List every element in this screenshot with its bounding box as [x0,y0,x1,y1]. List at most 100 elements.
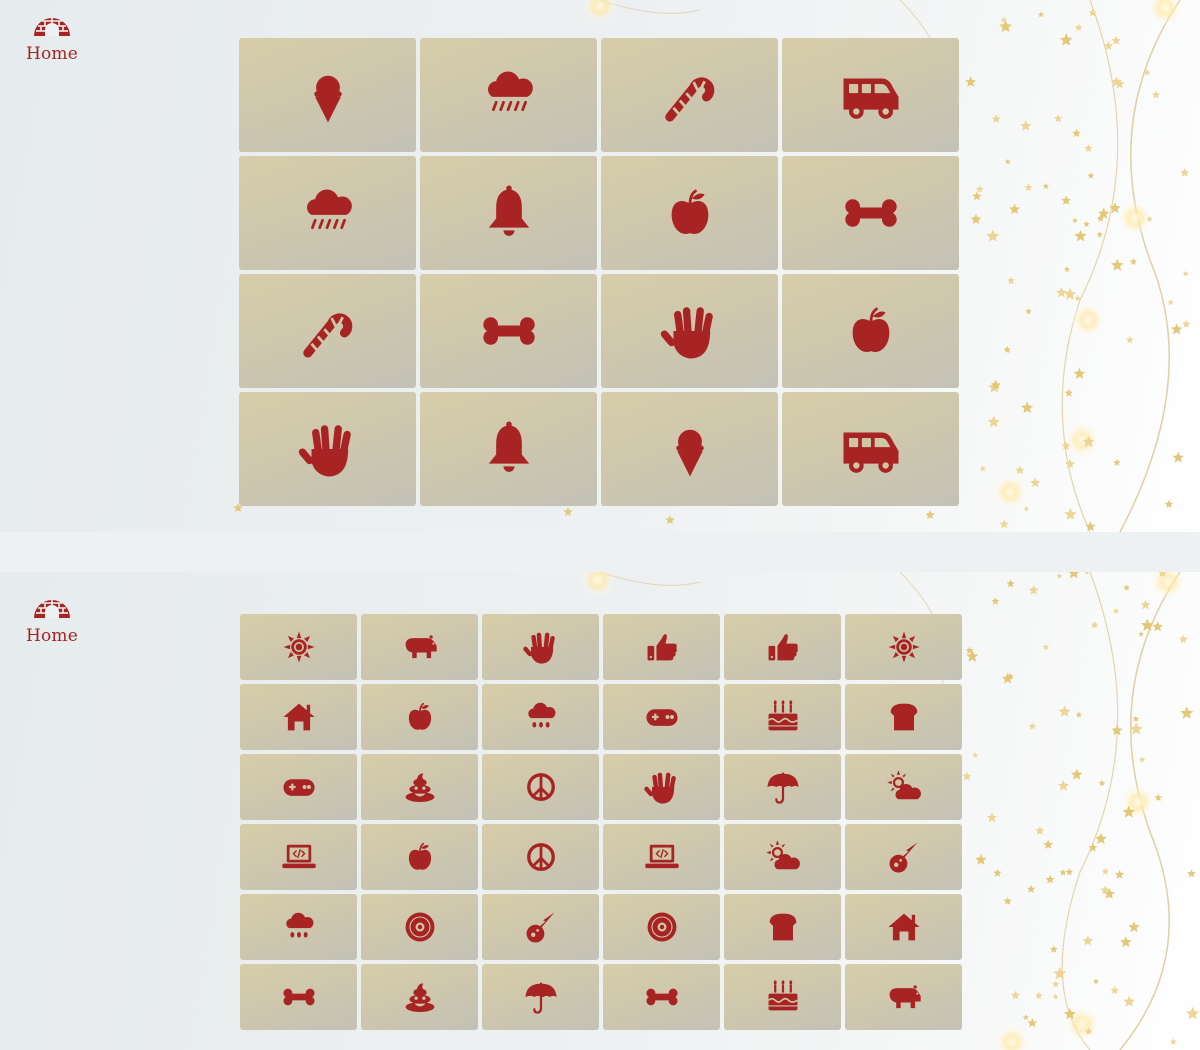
game-card[interactable] [724,684,841,750]
game-card[interactable] [724,894,841,960]
van-icon [843,78,898,119]
game-card[interactable] [603,614,720,680]
game-card[interactable] [239,392,416,506]
game-card[interactable] [240,824,357,890]
game-card[interactable] [845,894,962,960]
bone-icon [844,199,897,227]
game-card[interactable] [603,894,720,960]
game-card[interactable] [240,684,357,750]
game-card[interactable] [782,274,959,388]
bread-icon [769,913,796,941]
game-card[interactable] [482,964,599,1030]
bread-icon [890,703,917,731]
gamepad-icon [645,709,678,726]
hippo-icon [889,985,921,1009]
game-card[interactable] [603,684,720,750]
apple-icon [408,702,431,730]
hippo-icon [405,635,437,659]
game-card[interactable] [782,38,959,152]
laptop-code-icon [281,844,316,869]
game-card[interactable] [239,274,416,388]
birthday-cake-icon [767,700,798,731]
game-card[interactable] [603,964,720,1030]
hand-spock-icon [660,307,713,359]
game-card[interactable] [482,894,599,960]
gamepad-icon [282,779,315,796]
game-card[interactable] [240,894,357,960]
game-card[interactable] [845,824,962,890]
game-card[interactable] [420,392,597,506]
game-screen-1: Home [0,0,1200,532]
game-card[interactable] [601,274,778,388]
bell-icon [488,185,529,236]
home-label: Home [25,626,79,646]
thumbs-up-icon [647,634,677,661]
game-card[interactable] [361,824,478,890]
game-card[interactable] [361,684,478,750]
house-icon [282,703,315,731]
laptop-code-icon [644,844,679,869]
game-card[interactable] [603,824,720,890]
game-card[interactable] [482,824,599,890]
game-card[interactable] [361,614,478,680]
birthday-cake-icon [767,980,798,1011]
bone-icon [482,317,535,345]
sun-icon [282,631,315,663]
game-card[interactable] [601,38,778,152]
game-card[interactable] [724,824,841,890]
game-card[interactable] [845,684,962,750]
meteor-icon [526,912,554,943]
game-card[interactable] [239,38,416,152]
game-card[interactable] [240,754,357,820]
game-card[interactable] [361,894,478,960]
game-card[interactable] [420,38,597,152]
bell-icon [488,421,529,472]
game-card[interactable] [724,964,841,1030]
game-card[interactable] [240,964,357,1030]
cloud-showers-icon [285,912,313,938]
poop-icon [405,773,434,802]
igloo-icon [34,600,70,618]
memory-board-4x4 [239,38,959,506]
game-card[interactable] [603,754,720,820]
poop-icon [405,983,434,1012]
peace-icon [526,843,555,871]
game-card[interactable] [361,964,478,1030]
cloud-rain-icon [487,71,533,112]
ice-cream-icon [675,429,704,477]
meteor-icon [889,842,917,873]
game-card[interactable] [601,156,778,270]
thumbs-up-icon [768,634,798,661]
game-card[interactable] [482,614,599,680]
ice-cream-icon [313,75,342,123]
game-card[interactable] [845,614,962,680]
apple-icon [408,842,431,870]
home-label: Home [25,44,79,64]
game-card[interactable] [239,156,416,270]
game-card[interactable] [361,754,478,820]
home-button[interactable]: Home [22,588,82,646]
candy-cane-icon [302,313,352,358]
memory-board-6x6 [240,614,962,1030]
hand-spock-icon [522,632,555,664]
game-card[interactable] [724,754,841,820]
game-card[interactable] [420,274,597,388]
apple-icon [671,189,708,234]
hand-spock-icon [643,772,676,804]
house-icon [887,913,920,941]
bone-icon [282,988,315,1006]
record-icon [405,912,434,942]
game-card[interactable] [724,614,841,680]
game-card[interactable] [845,964,962,1030]
cloud-rain-icon [306,189,352,230]
game-card[interactable] [782,392,959,506]
game-card[interactable] [482,754,599,820]
game-card[interactable] [601,392,778,506]
game-card[interactable] [845,754,962,820]
peace-icon [526,773,555,801]
game-card[interactable] [482,684,599,750]
game-card[interactable] [240,614,357,680]
home-button[interactable]: Home [22,6,82,64]
game-card[interactable] [782,156,959,270]
game-card[interactable] [420,156,597,270]
